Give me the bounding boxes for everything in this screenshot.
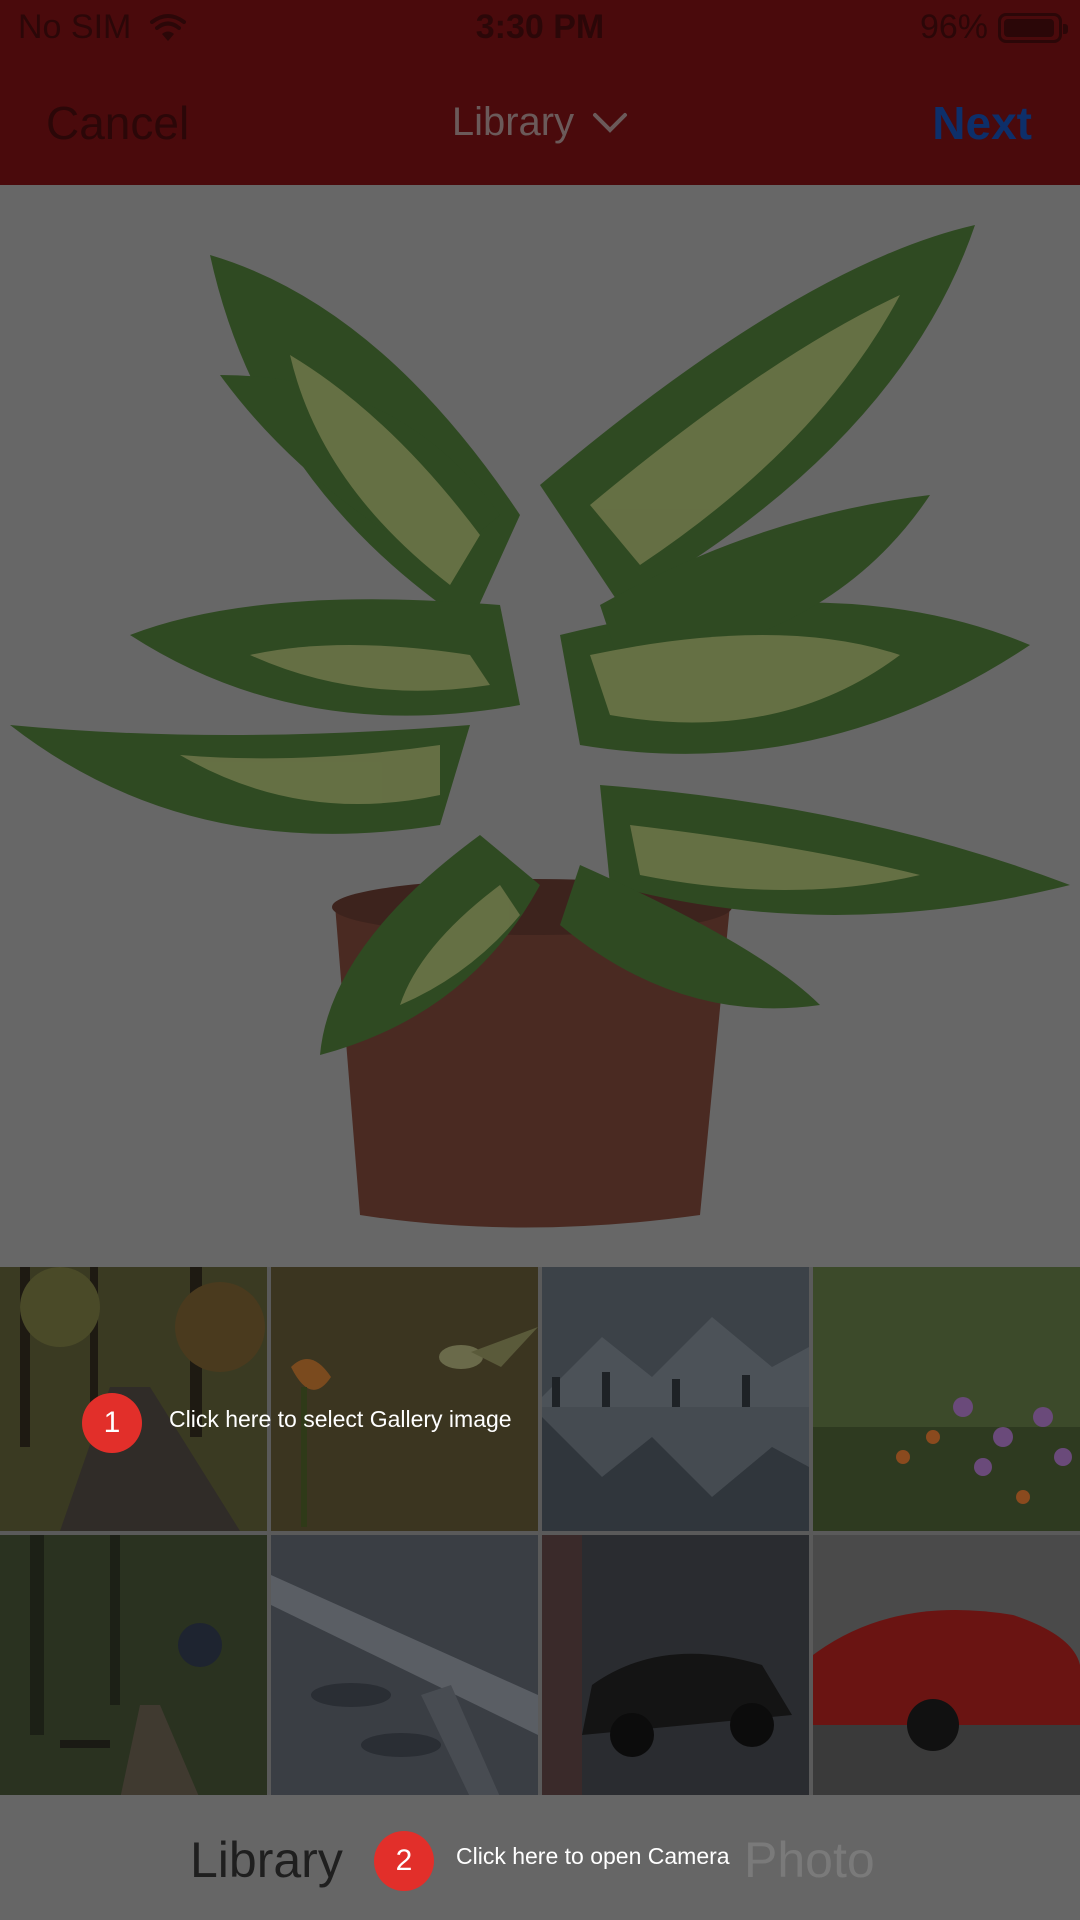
nav-bar: Cancel Library Next xyxy=(0,60,1080,185)
battery-fill xyxy=(1004,18,1054,37)
coach-mark-text-1: Click here to select Gallery image xyxy=(169,1406,512,1432)
gallery-grid xyxy=(0,1267,1080,1799)
next-button[interactable]: Next xyxy=(932,96,1032,150)
tab-photo[interactable]: Photo xyxy=(744,1831,875,1889)
gallery-thumbnail-wildflowers[interactable] xyxy=(813,1267,1080,1531)
gallery-thumbnail-park-bench[interactable] xyxy=(0,1535,267,1799)
gallery-thumbnail-forest-path[interactable] xyxy=(0,1267,267,1531)
album-selector[interactable]: Library xyxy=(0,100,1080,145)
status-time: 3:30 PM xyxy=(475,8,605,46)
status-right: 96% xyxy=(919,8,1068,47)
battery-percent: 96% xyxy=(919,8,988,46)
gallery-thumbnail-red-sports-car[interactable] xyxy=(813,1535,1080,1799)
gallery-thumbnail-black-sports-car[interactable] xyxy=(542,1535,809,1799)
album-title: Library xyxy=(451,100,575,144)
selected-image-preview xyxy=(0,185,1080,1267)
coach-mark-badge-2: 2 xyxy=(374,1831,434,1891)
plant-image xyxy=(0,185,1080,1267)
status-bar: No SIM 3:30 PM 96% xyxy=(0,0,1080,60)
gallery-thumbnail-mountain-lake[interactable] xyxy=(542,1267,809,1531)
gallery-thumbnail-hummingbird[interactable] xyxy=(271,1267,538,1531)
gallery-thumbnail-airplane-wing[interactable] xyxy=(271,1535,538,1799)
battery-icon xyxy=(998,12,1068,43)
tab-library[interactable]: Library xyxy=(190,1831,343,1889)
coach-mark-badge-1: 1 xyxy=(82,1393,142,1453)
chevron-down-icon xyxy=(593,112,628,133)
coach-mark-text-2: Click here to open Camera xyxy=(456,1843,730,1869)
